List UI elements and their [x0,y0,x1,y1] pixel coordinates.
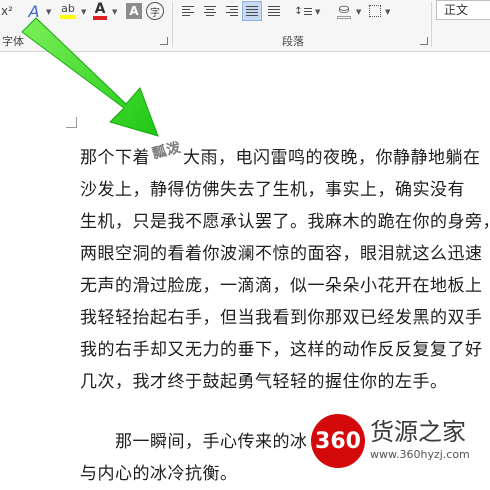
watermark: 360 货源之家 www.360hyzj.com [308,410,490,468]
watermark-site-name: 货源之家 [370,418,466,446]
watermark-logo: 360 [311,414,365,468]
watermark-url: www.360hyzj.com [370,448,470,461]
arrow-shape [21,17,159,137]
